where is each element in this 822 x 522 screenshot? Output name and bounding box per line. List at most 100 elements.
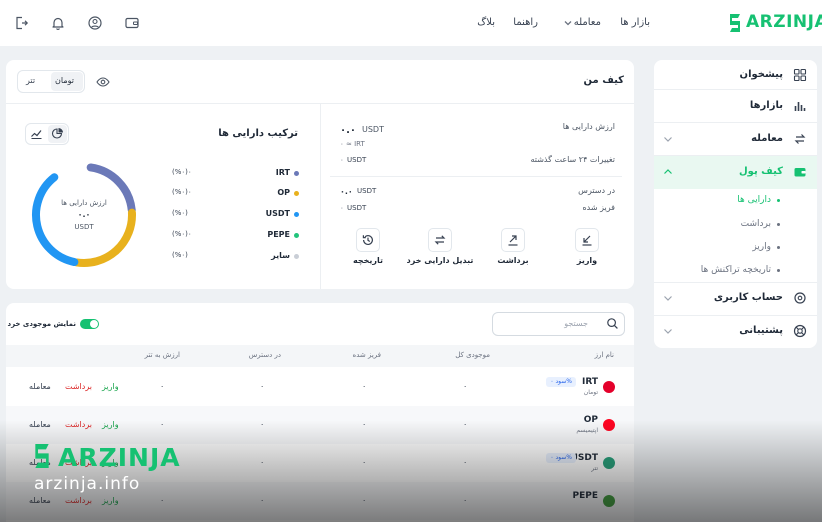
- donut-center-unit: USDT: [74, 223, 94, 231]
- asset-value-label: ارزش دارایی ها: [562, 122, 615, 131]
- watermark-logo-icon: [31, 440, 53, 472]
- table-header: [6, 345, 634, 367]
- legend-dot-4: [294, 254, 299, 259]
- wallet-icon: [793, 165, 807, 179]
- available-label: در دسترس: [578, 186, 615, 195]
- donut-segment-usdt: [32, 173, 79, 267]
- wallet-icon[interactable]: [124, 15, 140, 31]
- col-value: ارزش به تتر: [144, 351, 180, 359]
- legend-dot-1: [294, 191, 299, 196]
- frozen-value: ۰: [340, 204, 344, 212]
- chevron-down-icon[interactable]: [662, 325, 674, 337]
- sidebar-item-dashboard[interactable]: پیشخوان: [740, 70, 783, 80]
- legend-name: سایر: [271, 251, 290, 260]
- toggle-toman-label: تومان: [55, 76, 74, 85]
- change-label: تغییرات ۲۴ ساعت گذشته: [530, 155, 616, 164]
- coin-name: تومان: [583, 389, 598, 396]
- support-icon: [793, 324, 807, 338]
- cell-total: ۰: [463, 382, 468, 391]
- nav-guide[interactable]: راهنما: [513, 18, 538, 28]
- profit-badge: سود ۰%: [546, 377, 576, 387]
- deposit-button[interactable]: [575, 228, 599, 252]
- nav-trade[interactable]: معامله: [574, 18, 601, 28]
- donut-center-label: ارزش دارایی ها: [61, 199, 107, 207]
- legend-name: OP: [277, 188, 290, 197]
- search-icon[interactable]: [606, 317, 619, 330]
- asset-value: ۰.۰: [340, 125, 357, 136]
- cell-value: ۰: [160, 382, 165, 391]
- legend-percent: (%۰)۰: [172, 188, 192, 196]
- col-available: در دسترس: [248, 351, 281, 359]
- cell-available: ۰: [260, 382, 265, 391]
- cell-frozen: ۰: [362, 382, 367, 391]
- sidebar-sub-deposit[interactable]: واریز: [752, 243, 771, 252]
- coin-irt-icon: [603, 381, 615, 393]
- available-unit: USDT: [357, 187, 377, 195]
- change-unit: USDT: [347, 156, 367, 164]
- search-placeholder: جستجو: [564, 319, 588, 328]
- exchange-icon: [793, 132, 807, 146]
- withdraw-button[interactable]: [501, 228, 525, 252]
- nav-markets[interactable]: بازار ها: [620, 18, 650, 28]
- watermark-brand: ARZINJA: [58, 443, 181, 472]
- legend-name: USDT: [265, 209, 290, 218]
- legend-percent: (%۰)۰: [172, 168, 192, 176]
- deposit-link[interactable]: واریز: [102, 383, 119, 391]
- sidebar-sub-withdraw[interactable]: برداشت: [741, 220, 771, 229]
- toggle-knob: [90, 320, 98, 328]
- chevron-down-icon[interactable]: [563, 18, 573, 28]
- bar-chart-icon: [793, 99, 807, 113]
- available-value: ۰.۰: [340, 187, 353, 196]
- eye-icon[interactable]: [96, 75, 110, 89]
- bell-icon[interactable]: [50, 15, 66, 31]
- frozen-unit: USDT: [347, 204, 367, 212]
- brand-name[interactable]: ARZINJA: [746, 14, 822, 31]
- withdraw-link[interactable]: برداشت: [65, 383, 92, 391]
- sidebar-item-trade[interactable]: معامله: [751, 134, 783, 144]
- sidebar-sub-history[interactable]: تاریخچه تراکنش ها: [701, 266, 771, 275]
- history-button[interactable]: [356, 228, 380, 252]
- sidebar-item-markets[interactable]: بازارها: [750, 101, 783, 111]
- asset-unit: USDT: [362, 125, 384, 134]
- col-name: نام ارز: [594, 351, 614, 359]
- irt-approx: ≈ IRT: [346, 140, 365, 148]
- legend-percent: (%۰): [172, 209, 188, 217]
- col-total: موجودی کل: [455, 351, 490, 359]
- toggle-tether-label[interactable]: تتر: [26, 77, 35, 85]
- sidebar-item-wallet-label: کیف پول: [739, 166, 783, 177]
- sidebar-item-support[interactable]: پشتیبانی: [739, 326, 783, 336]
- table-row[interactable]: [6, 368, 634, 406]
- trade-link[interactable]: معامله: [29, 383, 51, 391]
- legend-name: IRT: [275, 168, 290, 177]
- withdraw-label[interactable]: برداشت: [496, 257, 530, 265]
- nav-blog[interactable]: بلاگ: [477, 18, 495, 28]
- history-label[interactable]: تاریخچه: [350, 257, 386, 265]
- logout-icon[interactable]: [13, 15, 29, 31]
- legend-percent: (%۰)۰: [172, 230, 192, 238]
- convert-dust-label[interactable]: تبدیل دارایی خرد: [405, 257, 475, 265]
- deposit-label[interactable]: واریز: [572, 257, 602, 265]
- convert-dust-button[interactable]: [428, 228, 452, 252]
- donut-segment-op: [72, 208, 136, 267]
- legend-name: PEPE: [267, 230, 290, 239]
- line-chart-icon[interactable]: [30, 127, 43, 140]
- change-value: ۰: [340, 156, 344, 164]
- brand-logo-icon[interactable]: [727, 11, 743, 35]
- legend-dot-3: [294, 233, 299, 238]
- col-frozen: فریز شده: [352, 351, 381, 359]
- user-icon[interactable]: [87, 15, 103, 31]
- chevron-down-icon[interactable]: [662, 292, 674, 304]
- watermark-url: arzinja.info: [34, 474, 141, 494]
- donut-center-value: ۰.۰: [77, 210, 91, 219]
- sidebar-sub-assets[interactable]: دارایی ها: [737, 196, 771, 205]
- legend-dot-2: [294, 212, 299, 217]
- coin-symbol: IRT: [581, 377, 598, 387]
- chevron-down-icon[interactable]: [662, 133, 674, 145]
- pie-chart-icon: [51, 127, 64, 140]
- chevron-up-icon[interactable]: [662, 166, 674, 178]
- grid-icon: [793, 68, 807, 82]
- sidebar-item-account[interactable]: حساب کاربری: [714, 293, 783, 303]
- settings-icon: [793, 291, 807, 305]
- wallet-title: کیف من: [583, 75, 624, 86]
- frozen-label: فریز شده: [582, 203, 615, 212]
